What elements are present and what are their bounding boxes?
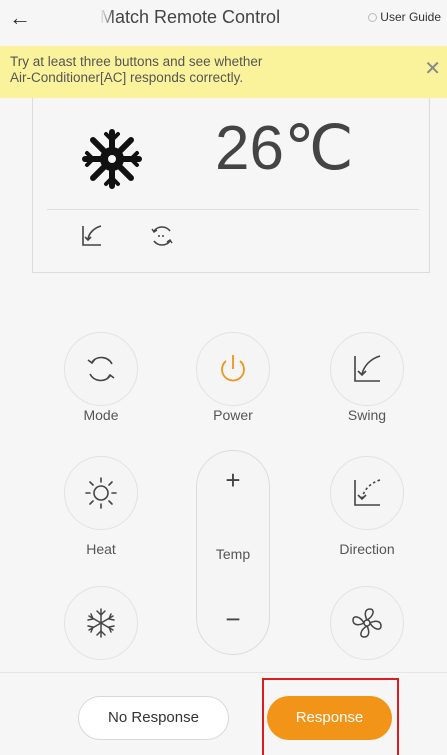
tip-text-line2: Air-Conditioner[AC] responds correctly. <box>10 70 244 85</box>
mode-label: Mode <box>83 407 119 423</box>
mode-button[interactable] <box>64 332 138 406</box>
response-button[interactable]: Response <box>267 696 392 740</box>
temp-down-button[interactable]: − <box>197 604 269 635</box>
heat-label: Heat <box>86 541 116 557</box>
direction-indicator-icon <box>151 226 173 246</box>
swing-label: Swing <box>347 407 387 423</box>
no-response-button[interactable]: No Response <box>78 696 229 740</box>
swing-indicator-icon <box>82 225 102 246</box>
sun-icon <box>85 477 117 509</box>
header-bar: ← Match Remote Control User Guide <box>0 0 447 44</box>
direction-button[interactable] <box>330 456 404 530</box>
swing-button[interactable] <box>330 332 404 406</box>
user-guide-link[interactable]: User Guide <box>368 10 441 24</box>
page-title: Match Remote Control <box>100 7 281 27</box>
temperature-rocker: + Temp − <box>196 450 270 655</box>
power-icon <box>221 355 245 382</box>
tip-banner: Try at least three buttons and see wheth… <box>0 46 447 98</box>
direction-label: Direction <box>339 541 395 557</box>
footer-bar: No Response Response <box>0 672 447 755</box>
panel-divider <box>47 209 419 210</box>
swing-icon <box>354 355 381 382</box>
fan-button[interactable] <box>330 586 404 660</box>
temp-up-button[interactable]: + <box>197 465 269 496</box>
tip-text-line1: Try at least three buttons and see wheth… <box>10 54 263 69</box>
power-label: Power <box>213 407 253 423</box>
heat-button[interactable] <box>64 456 138 530</box>
power-button[interactable] <box>196 332 270 406</box>
direction-icon <box>354 479 381 506</box>
back-arrow-icon[interactable]: ← <box>6 4 34 32</box>
cool-button[interactable] <box>64 586 138 660</box>
snowflake-icon <box>87 608 115 638</box>
temperature-readout: 26℃ <box>215 114 354 183</box>
mode-cycle-icon <box>87 356 115 382</box>
snowflake-icon <box>82 129 142 189</box>
temp-label: Temp <box>215 546 251 562</box>
guide-circle-icon <box>368 12 378 22</box>
fan-icon <box>352 608 382 638</box>
close-icon[interactable]: ✕ <box>424 59 441 79</box>
user-guide-label: User Guide <box>380 10 441 24</box>
ac-display-panel: 26℃ <box>32 98 430 273</box>
